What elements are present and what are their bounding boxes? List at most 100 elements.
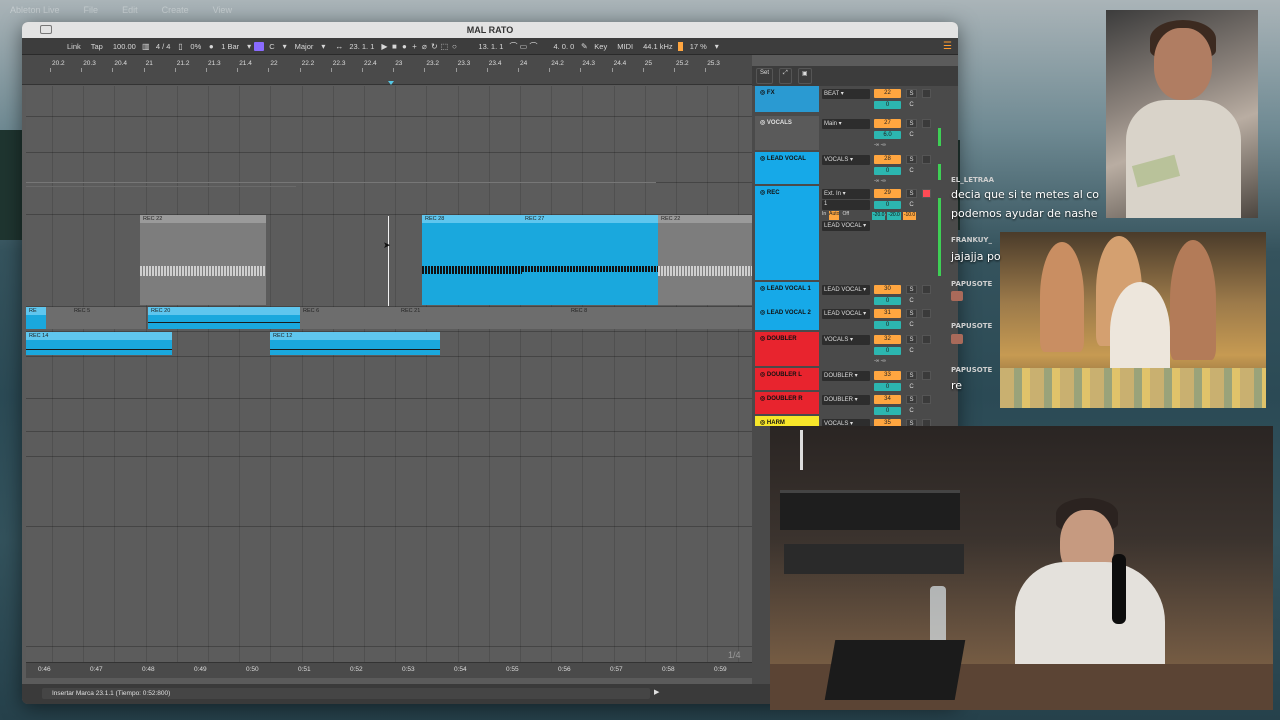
menubar-item[interactable]: View — [213, 5, 232, 15]
capture-icon[interactable]: ⬚ — [439, 42, 449, 51]
track-pan[interactable]: 6.0 — [874, 131, 901, 139]
time-signature-field[interactable]: 4 / 4 — [151, 42, 176, 51]
audio-clip[interactable]: REC 22 — [140, 215, 266, 305]
re-enable-automation-icon[interactable]: ↻ — [429, 42, 439, 51]
output-routing-select[interactable]: LEAD VOCAL ▾ — [822, 221, 870, 231]
track-volume[interactable]: 28 — [874, 155, 901, 164]
track-volume[interactable]: 34 — [874, 395, 901, 404]
menubar-item[interactable]: Create — [162, 5, 189, 15]
audio-clip[interactable]: REC 8 — [568, 307, 752, 329]
input-channel-select[interactable]: 1 — [822, 200, 870, 210]
solo-button[interactable]: S — [906, 371, 917, 380]
set-button[interactable]: Set — [756, 68, 774, 84]
session-record-icon[interactable]: ○ — [449, 42, 459, 51]
arrangement-view[interactable]: REC 22 REC 28 REC 27 REC 22 RE REC 5 REC… — [26, 86, 752, 662]
arm-button[interactable] — [922, 89, 931, 98]
expand-icon[interactable]: ⤢ — [779, 68, 792, 84]
output-routing-select[interactable]: DOUBLER ▾ — [822, 371, 870, 381]
track-name[interactable]: ◎ LEAD VOCAL — [755, 152, 819, 184]
audio-clip[interactable]: REC 27 — [522, 215, 658, 305]
menubar-item[interactable]: File — [84, 5, 99, 15]
arm-button[interactable] — [922, 155, 931, 164]
track-pan[interactable]: 0 — [874, 321, 901, 329]
draw-mode-icon[interactable]: ✎ — [579, 42, 589, 51]
window-titlebar[interactable]: MAL RATO — [22, 22, 958, 38]
output-routing-select[interactable]: Ext. In ▾ — [822, 189, 870, 199]
track-pan[interactable]: 0 — [874, 297, 901, 305]
track-volume[interactable]: 32 — [874, 335, 901, 344]
playhead-marker[interactable] — [388, 81, 394, 85]
track-volume[interactable]: 33 — [874, 371, 901, 380]
track-name[interactable]: ◎ FX — [755, 86, 819, 112]
punch-out-icon[interactable]: ⌒ — [528, 41, 538, 52]
follow-icon[interactable]: ↔ — [334, 42, 344, 51]
loop-icon[interactable]: ▭ — [518, 42, 528, 51]
track-name[interactable]: ◎ DOUBLER — [755, 332, 819, 366]
arm-button[interactable] — [922, 335, 931, 344]
song-position-field[interactable]: 23. 1. 1 — [344, 42, 379, 51]
solo-button[interactable]: S — [906, 309, 917, 318]
solo-button[interactable]: S — [906, 155, 917, 164]
bar-ruler[interactable]: 20.2 20.3 20.4 21 21.2 21.3 21.4 22 22.2 22.3 22.4… — [22, 55, 752, 85]
solo-button[interactable]: S — [906, 335, 917, 344]
time-ruler[interactable]: 0:46 0:47 0:48 0:49 0:50 0:51 0:52 0:53 0:54 0:55… — [26, 662, 752, 678]
output-routing-select[interactable]: BEAT ▾ — [822, 89, 870, 99]
play-icon[interactable]: ▶ — [654, 688, 659, 696]
track-name[interactable]: ◎ DOUBLER R — [755, 392, 819, 414]
solo-button[interactable]: S — [906, 189, 917, 198]
audio-clip[interactable]: REC 14 — [26, 332, 172, 355]
tap-button[interactable]: Tap — [86, 42, 108, 51]
metronome-icon[interactable]: ▥ — [141, 42, 151, 51]
record-icon[interactable]: ● — [399, 42, 409, 51]
track-volume[interactable]: 22 — [874, 89, 901, 98]
track-volume[interactable]: 30 — [874, 285, 901, 294]
audio-clip[interactable]: RE — [26, 307, 46, 329]
track-name[interactable]: ◎ REC — [755, 186, 819, 280]
audio-clip[interactable]: REC 21 — [398, 307, 568, 329]
track-volume[interactable]: 29 — [874, 189, 901, 198]
track-name[interactable]: ◎ DOUBLER L — [755, 368, 819, 390]
solo-button[interactable]: S — [906, 89, 917, 98]
record-mode-icon[interactable]: ● — [206, 42, 216, 51]
link-button[interactable]: Link — [62, 42, 86, 51]
stop-icon[interactable]: ■ — [389, 42, 399, 51]
audio-clip[interactable]: REC 20 — [148, 307, 300, 329]
output-routing-select[interactable]: Main ▾ — [822, 119, 870, 129]
arm-button[interactable] — [922, 309, 931, 318]
scale-mode-icon[interactable] — [254, 41, 265, 51]
menu-icon[interactable]: ☰ — [943, 41, 958, 52]
arm-button[interactable] — [922, 189, 931, 198]
track-pan[interactable]: 0 — [874, 101, 901, 109]
solo-button[interactable]: S — [906, 285, 917, 294]
output-routing-select[interactable]: LEAD VOCAL ▾ — [822, 285, 870, 295]
track-volume[interactable]: 27 — [874, 119, 901, 128]
arm-button[interactable] — [922, 395, 931, 404]
output-routing-select[interactable]: VOCALS ▾ — [822, 335, 870, 345]
audio-clip[interactable]: REC 6 — [300, 307, 398, 329]
menubar-item[interactable]: Ableton Live — [10, 5, 60, 15]
solo-button[interactable]: S — [906, 119, 917, 128]
audio-clip[interactable]: REC 5 — [46, 307, 146, 329]
midi-map-button[interactable]: MIDI — [612, 42, 638, 51]
output-routing-select[interactable]: LEAD VOCAL ▾ — [822, 309, 870, 319]
punch-in-icon[interactable]: ⌒ — [508, 41, 518, 52]
key-map-button[interactable]: Key — [589, 42, 612, 51]
track-pan[interactable]: 0 — [874, 347, 901, 355]
track-name[interactable]: ◎ LEAD VOCAL 1 — [755, 282, 819, 306]
arm-button[interactable] — [922, 119, 931, 128]
quantize-select[interactable]: 1 Bar — [216, 42, 244, 51]
swing-field[interactable]: 0% — [185, 42, 206, 51]
audio-clip[interactable]: REC 22 — [658, 215, 752, 305]
tempo-field[interactable]: 100.00 — [108, 42, 141, 51]
play-icon[interactable]: ▶ — [379, 42, 389, 51]
solo-button[interactable]: S — [906, 395, 917, 404]
audio-clip[interactable]: REC 12 — [270, 332, 440, 355]
scale-select[interactable]: Major — [290, 42, 319, 51]
track-pan[interactable]: 0 — [874, 167, 901, 175]
automation-arm-icon[interactable]: ⌀ — [419, 42, 429, 51]
track-pan[interactable]: 0 — [874, 201, 901, 209]
loop-start-field[interactable]: 13. 1. 1 — [473, 42, 508, 51]
audio-clip[interactable]: REC 28 — [422, 215, 522, 305]
track-pan[interactable]: 0 — [874, 407, 901, 415]
track-name[interactable]: ◎ HARM — [755, 416, 819, 426]
